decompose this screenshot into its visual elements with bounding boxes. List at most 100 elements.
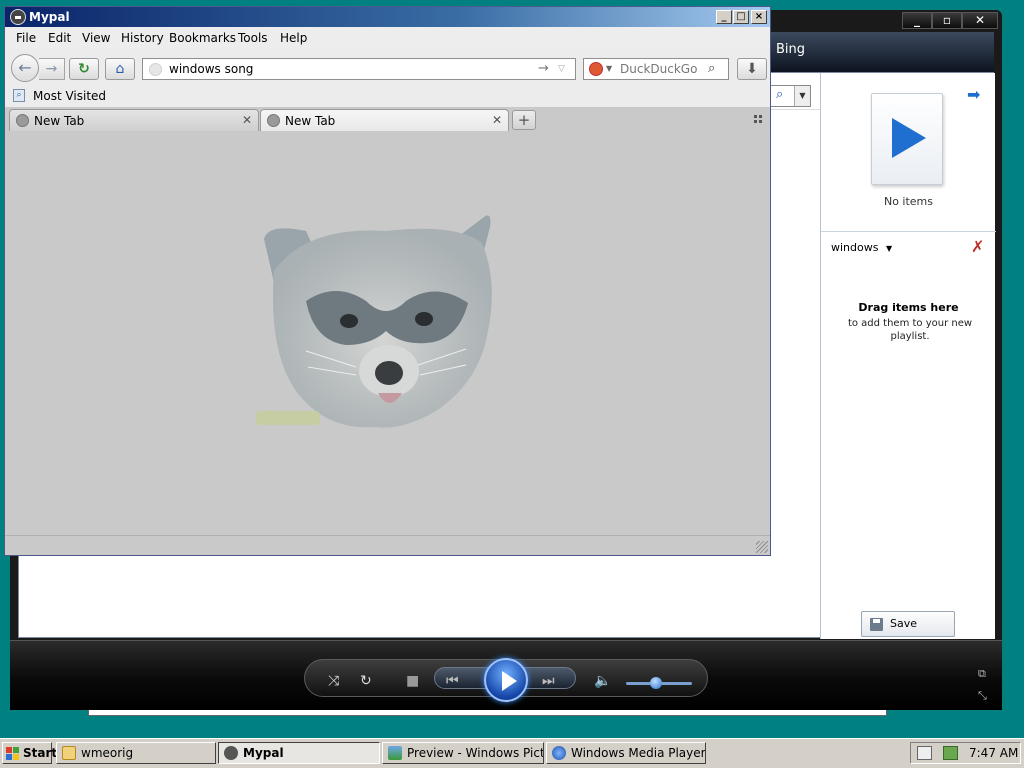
system-tray: 7:47 AM — [910, 742, 1021, 764]
duckduckgo-icon[interactable] — [589, 62, 603, 76]
chevron-down-icon: ▼ — [885, 244, 893, 253]
save-icon — [870, 618, 883, 631]
mypal-window: Mypal _ □ × File Edit View History Bookm… — [4, 6, 771, 556]
playlist-name-dropdown[interactable]: windows ▼ — [831, 241, 892, 254]
tab-list-icon[interactable] — [754, 115, 763, 124]
chevron-down-icon[interactable]: ▽ — [558, 64, 565, 74]
status-bar — [5, 535, 770, 555]
menu-help[interactable]: Help — [280, 31, 307, 45]
play-icon — [892, 118, 926, 158]
chevron-down-icon[interactable]: ▼ — [606, 64, 612, 73]
go-arrow-icon[interactable]: → — [538, 61, 549, 76]
forward-arrow-icon: → — [45, 61, 58, 77]
volume-icon[interactable]: 🔈 — [594, 673, 611, 689]
download-icon: ⬇ — [746, 61, 758, 77]
switch-to-now-playing-icon[interactable]: ⧉ — [978, 667, 986, 681]
mypal-logo-icon — [10, 9, 26, 25]
wmp-list-pane: ➡ No items windows ▼ ✗ Drag items here t… — [820, 73, 996, 654]
repeat-icon[interactable]: ↻ — [360, 673, 372, 689]
taskbar-item-wmp[interactable]: Windows Media Player — [546, 742, 706, 764]
close-tab-icon[interactable]: ✕ — [492, 113, 502, 127]
folder-icon — [62, 746, 76, 760]
menu-bar: File Edit View History Bookmarks Tools H… — [5, 27, 770, 49]
menu-history[interactable]: History — [121, 31, 164, 45]
tab-new-tab-1[interactable]: New Tab ✕ — [9, 109, 259, 131]
raccoon-logo-image — [256, 215, 492, 428]
stop-icon[interactable]: ■ — [406, 673, 419, 689]
wmp-transport-bar: ⤨ ↻ ■ ⏮ ⏭ 🔈 ⧉ ⤡ — [10, 640, 1002, 710]
search-bar[interactable]: ▼ DuckDuckGo ⌕ — [583, 58, 729, 80]
search-input[interactable]: DuckDuckGo — [620, 62, 697, 76]
maximize-button[interactable]: □ — [733, 10, 749, 24]
new-tab-button[interactable]: + — [512, 110, 536, 130]
resize-grip[interactable] — [756, 541, 768, 553]
globe-icon — [267, 114, 280, 127]
tab-new-tab-2[interactable]: New Tab ✕ — [260, 109, 509, 131]
bookmarks-toolbar: ⌕ Most Visited — [5, 87, 770, 107]
taskbar-item-preview[interactable]: Preview - Windows Pictur... — [382, 742, 544, 764]
forward-button[interactable]: → — [39, 58, 65, 80]
menu-bookmarks[interactable]: Bookmarks — [169, 31, 236, 45]
wmp-search-box[interactable]: ⌕ ▼ — [769, 85, 811, 107]
reload-button[interactable]: ↻ — [69, 58, 99, 80]
keyboard-icon[interactable] — [917, 746, 932, 760]
playlist-thumbnail — [871, 93, 943, 185]
picture-viewer-icon — [388, 746, 402, 760]
wmp-minimize-button[interactable]: _ — [902, 12, 932, 29]
divider — [821, 231, 996, 232]
plus-icon: + — [517, 111, 531, 129]
save-playlist-button[interactable]: Save Playlist — [861, 611, 955, 654]
home-button[interactable]: ⌂ — [105, 58, 135, 80]
drag-items-title: Drag items here — [858, 301, 959, 314]
start-button[interactable]: Start — [2, 742, 57, 764]
menu-tools[interactable]: Tools — [238, 31, 268, 45]
network-icon[interactable] — [943, 746, 958, 760]
tab-strip: New Tab ✕ New Tab ✕ + — [5, 107, 770, 131]
mypal-icon — [224, 746, 238, 760]
menu-file[interactable]: File — [16, 31, 36, 45]
back-arrow-icon: ← — [18, 58, 32, 77]
windows-flag-icon — [6, 747, 20, 760]
tab-label: New Tab — [34, 114, 85, 128]
task-label: wmeorig — [81, 746, 134, 760]
home-icon: ⌂ — [115, 61, 125, 77]
taskbar-item-wmeorig[interactable]: wmeorig — [56, 742, 216, 764]
globe-icon — [149, 63, 162, 76]
close-button[interactable]: × — [751, 10, 767, 24]
playlist-name: windows — [831, 241, 879, 254]
wmp-bing-label[interactable]: Bing — [776, 42, 805, 57]
forward-arrow-icon[interactable]: ➡ — [967, 85, 980, 104]
bookmark-most-visited[interactable]: Most Visited — [33, 89, 106, 103]
play-button[interactable] — [484, 658, 528, 702]
wmp-maximize-button[interactable]: ▫ — [932, 12, 962, 29]
fullscreen-icon[interactable]: ⤡ — [978, 689, 987, 703]
reload-icon: ↻ — [78, 61, 90, 77]
wmp-close-button[interactable]: ✕ — [962, 12, 998, 29]
task-label: Preview - Windows Pictur... — [407, 746, 544, 760]
window-title: Mypal — [29, 10, 70, 24]
minimize-button[interactable]: _ — [716, 10, 732, 24]
url-input[interactable]: windows song — [169, 62, 253, 76]
close-tab-icon[interactable]: ✕ — [242, 113, 252, 127]
previous-icon[interactable]: ⏮ — [446, 673, 459, 689]
clock[interactable]: 7:47 AM — [969, 746, 1018, 760]
globe-icon — [16, 114, 29, 127]
shuffle-icon[interactable]: ⤨ — [328, 673, 339, 689]
search-icon[interactable]: ⌕ — [708, 61, 715, 76]
downloads-button[interactable]: ⬇ — [737, 58, 767, 80]
menu-view[interactable]: View — [82, 31, 110, 45]
tab-label: New Tab — [285, 114, 336, 128]
clear-list-icon[interactable]: ✗ — [971, 237, 984, 256]
task-label: Mypal — [243, 746, 284, 760]
menu-edit[interactable]: Edit — [48, 31, 71, 45]
taskbar-item-mypal[interactable]: Mypal — [218, 742, 380, 764]
chevron-down-icon[interactable]: ▼ — [794, 86, 810, 106]
back-button[interactable]: ← — [11, 54, 39, 82]
volume-knob[interactable] — [649, 677, 662, 689]
search-icon[interactable]: ⌕ — [776, 87, 783, 102]
next-icon[interactable]: ⏭ — [542, 673, 555, 689]
task-label: Windows Media Player — [571, 746, 706, 760]
media-player-icon — [552, 746, 566, 760]
url-bar[interactable]: windows song → ▽ — [142, 58, 576, 80]
taskbar: Start wmeorig Mypal Preview - Windows Pi… — [0, 738, 1024, 768]
